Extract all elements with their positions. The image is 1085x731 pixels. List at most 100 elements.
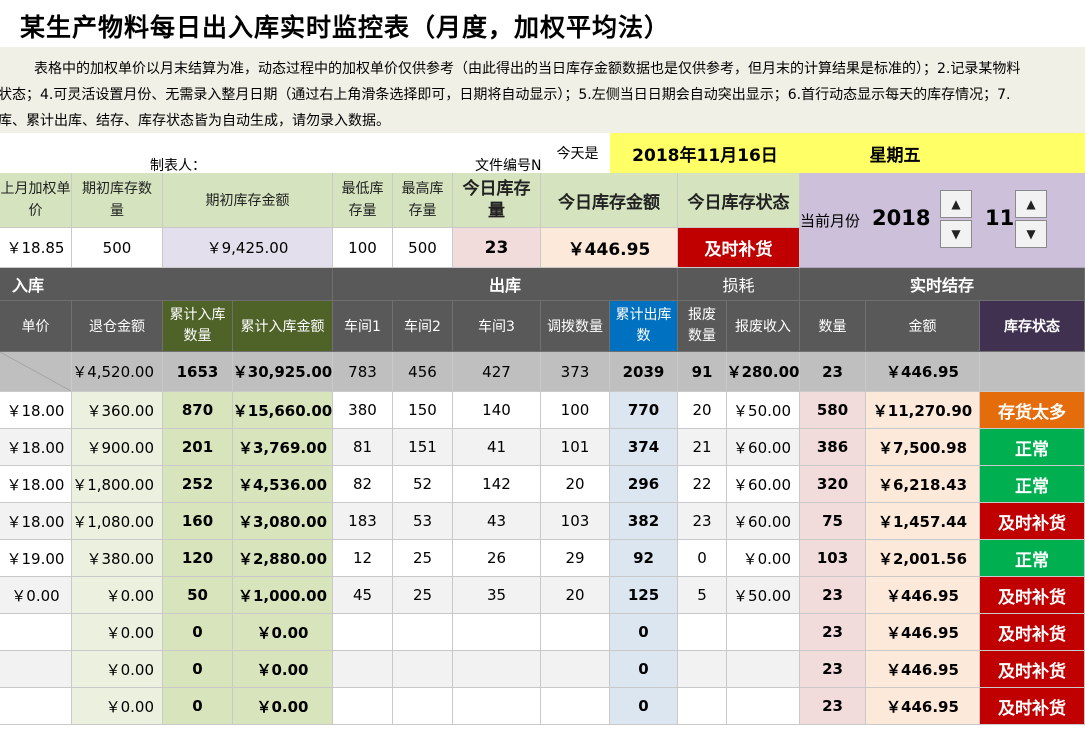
hdr-today-amt: 今日库存金额 [541,173,678,228]
table-cell-balance-qty: 320 [800,466,866,503]
hdr-max-stock: 最高库存量 [393,173,453,228]
totals-workshop-1: 783 [333,352,393,392]
section-out: 出库 [333,268,678,301]
note-line-1: 表格中的加权单价以月末结算为准，动态过程中的加权单价仅供参考（由此得出的当日库存… [34,61,1021,77]
table-cell-scrap-income: ￥50.00 [727,392,800,429]
col-header-balance-amount: 金额 [866,301,980,352]
col-header-workshop-2: 车间2 [393,301,453,352]
status-badge: 及时补货 [980,614,1085,651]
status-badge: 及时补货 [980,651,1085,688]
table-cell-scrap-qty: 0 [678,540,727,577]
totals-cum-in-qty: 1653 [163,352,233,392]
table-cell-cum-in-amount: ￥15,660.00 [233,392,333,429]
table-cell-workshop-2: 151 [393,429,453,466]
table-cell-unit-price: ￥18.00 [0,429,72,466]
table-cell-workshop-2 [393,614,453,651]
table-cell-balance-amount: ￥446.95 [866,651,980,688]
table-cell-balance-qty: 23 [800,577,866,614]
hdr-last-price: 上月加权单价 [0,173,72,228]
totals-scrap-qty: 91 [678,352,727,392]
table-cell-balance-qty: 580 [800,392,866,429]
table-cell-balance-qty: 103 [800,540,866,577]
table-cell-workshop-1 [333,651,393,688]
totals-balance-qty: 23 [800,352,866,392]
table-cell-cum-in-amount: ￥1,000.00 [233,577,333,614]
month-increase-button[interactable]: ▲ [1015,190,1047,218]
table-cell-cum-out-qty: 382 [610,503,678,540]
month-decrease-button[interactable]: ▼ [1015,220,1047,248]
year-decrease-button[interactable]: ▼ [940,220,972,248]
table-cell-cum-in-amount: ￥0.00 [233,688,333,725]
table-cell-cum-in-amount: ￥3,080.00 [233,503,333,540]
table-cell-balance-qty: 23 [800,688,866,725]
table-cell-scrap-qty [678,688,727,725]
year-increase-button[interactable]: ▲ [940,190,972,218]
table-cell-balance-qty: 386 [800,429,866,466]
totals-unit-price [0,352,72,392]
table-cell-scrap-income [727,688,800,725]
table-cell-workshop-3: 41 [453,429,541,466]
status-badge: 及时补货 [980,503,1085,540]
col-header-stock-status: 库存状态 [980,301,1085,352]
triangle-up-icon: ▲ [1026,197,1036,211]
table-cell-workshop-2: 53 [393,503,453,540]
table-cell-workshop-2: 25 [393,540,453,577]
hdr-opening-amt: 期初库存金额 [163,173,333,228]
note-line-2: 状态；4.可灵活设置月份、无需录入整月日期（通过右上角滑条选择即可，日期将自动显… [0,87,1011,103]
col-header-workshop-3: 车间3 [453,301,541,352]
table-cell-scrap-qty: 20 [678,392,727,429]
table-cell-unit-price: ￥19.00 [0,540,72,577]
table-cell-scrap-qty: 23 [678,503,727,540]
val-opening-qty: 500 [72,228,163,268]
table-cell-workshop-3: 142 [453,466,541,503]
table-cell-scrap-qty: 21 [678,429,727,466]
table-cell-unit-price: ￥18.00 [0,503,72,540]
table-cell-cum-out-qty: 0 [610,651,678,688]
table-cell-cum-out-qty: 92 [610,540,678,577]
table-cell-cum-in-amount: ￥2,880.00 [233,540,333,577]
table-cell-return-amount: ￥1,080.00 [72,503,163,540]
val-last-price: ￥18.85 [0,228,72,268]
table-cell-scrap-qty [678,651,727,688]
col-header-scrap-qty: 报废数量 [678,301,727,352]
doc-no-label: 文件编号N [475,158,542,174]
today-weekday: 星期五 [800,133,1085,173]
table-cell-cum-in-qty: 50 [163,577,233,614]
section-loss: 损耗 [678,268,800,301]
table-cell-cum-in-qty: 201 [163,429,233,466]
table-cell-workshop-1: 183 [333,503,393,540]
table-cell-unit-price [0,651,72,688]
table-cell-cum-out-qty: 374 [610,429,678,466]
table-cell-transfer-qty: 29 [541,540,610,577]
table-cell-balance-amount: ￥446.95 [866,688,980,725]
val-today-status: 及时补货 [678,228,800,268]
col-header-cum-in-qty: 累计入库数量 [163,301,233,352]
hdr-today-qty: 今日库存量 [453,173,541,228]
table-cell-scrap-qty: 22 [678,466,727,503]
table-cell-workshop-1: 45 [333,577,393,614]
table-cell-workshop-1 [333,688,393,725]
hdr-today-status: 今日库存状态 [678,173,800,228]
table-cell-scrap-income: ￥0.00 [727,540,800,577]
table-cell-scrap-income [727,614,800,651]
status-badge: 存货太多 [980,392,1085,429]
val-opening-amt: ￥9,425.00 [163,228,333,268]
table-cell-workshop-2 [393,651,453,688]
table-cell-return-amount: ￥380.00 [72,540,163,577]
table-cell-return-amount: ￥360.00 [72,392,163,429]
table-cell-balance-amount: ￥7,500.98 [866,429,980,466]
meta-row [0,133,545,173]
table-cell-workshop-3: 26 [453,540,541,577]
table-cell-workshop-1: 81 [333,429,393,466]
status-badge: 正常 [980,540,1085,577]
table-cell-return-amount: ￥0.00 [72,577,163,614]
table-cell-workshop-2 [393,688,453,725]
table-cell-transfer-qty: 20 [541,466,610,503]
table-cell-balance-amount: ￥2,001.56 [866,540,980,577]
table-cell-transfer-qty [541,688,610,725]
table-cell-return-amount: ￥1,800.00 [72,466,163,503]
table-cell-cum-in-qty: 160 [163,503,233,540]
table-cell-transfer-qty [541,614,610,651]
table-cell-scrap-income: ￥60.00 [727,466,800,503]
month-selector-panel: 当前月份 2018 ▲ ▼ 11 ▲ ▼ [800,173,1085,268]
